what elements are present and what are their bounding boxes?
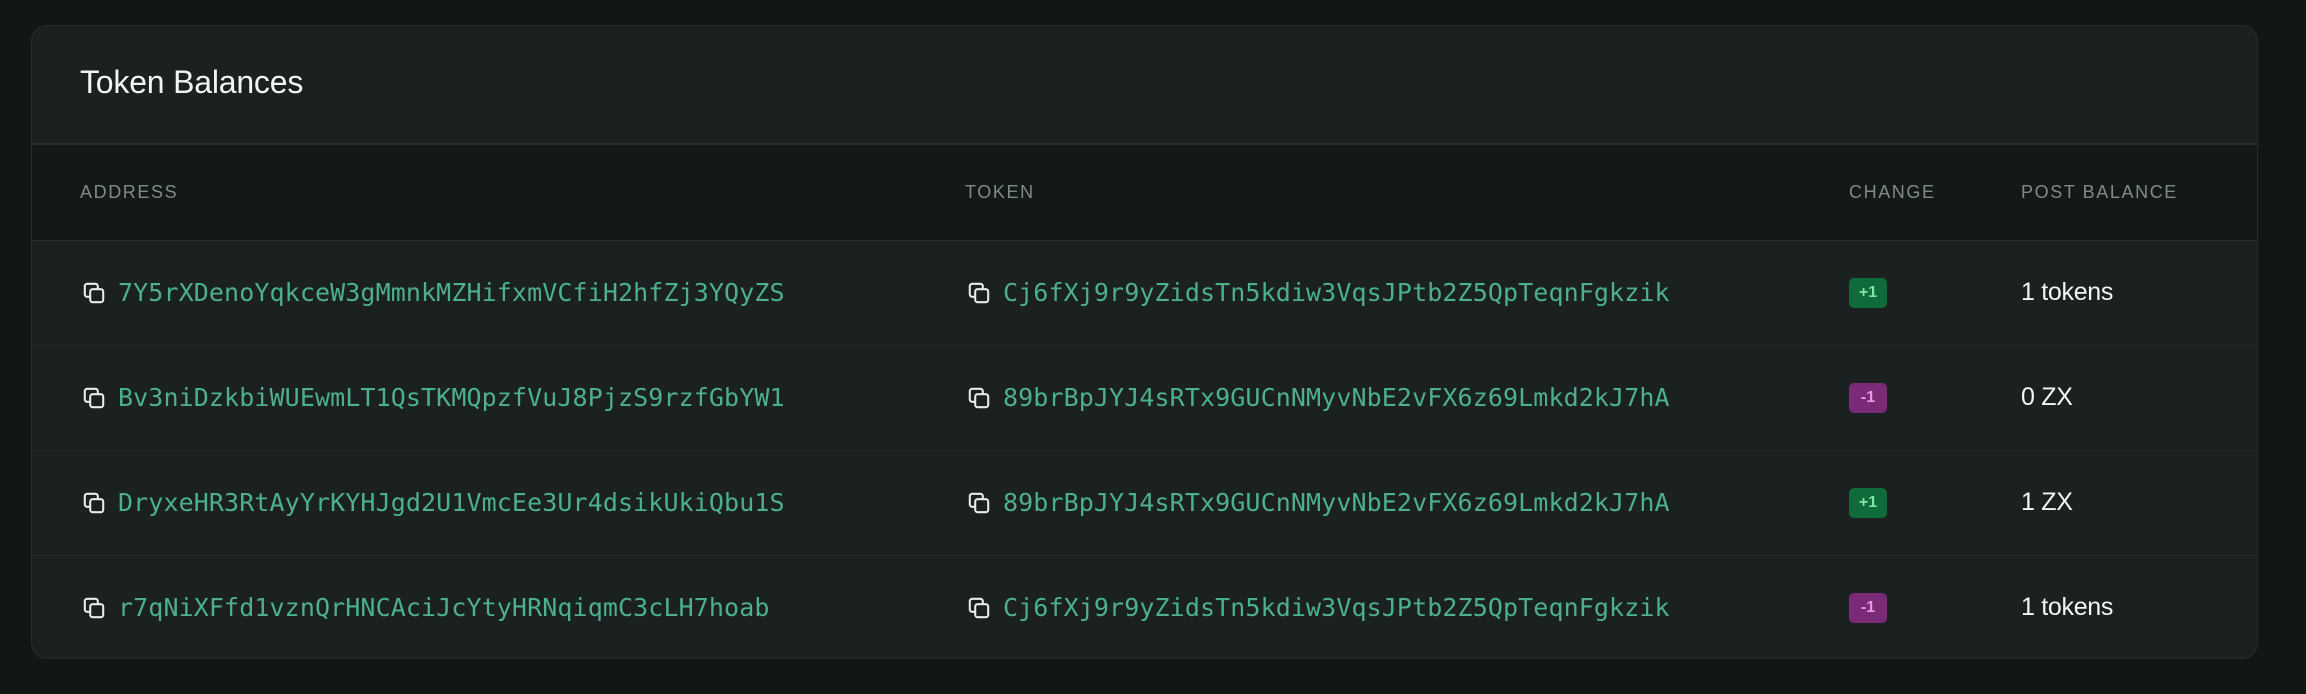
table-header: ADDRESS TOKEN CHANGE POST BALANCE bbox=[32, 145, 2257, 241]
token-cell: Cj6fXj9r9yZidsTn5kdiw3VqsJPtb2Z5QpTeqnFg… bbox=[965, 555, 1849, 658]
address-cell: r7qNiXFfd1vznQrHNCAciJcYtyHRNqiqmC3cLH7h… bbox=[32, 555, 965, 658]
token-link[interactable]: Cj6fXj9r9yZidsTn5kdiw3VqsJPtb2Z5QpTeqnFg… bbox=[1003, 278, 1670, 307]
post-balance-value: 1 ZX bbox=[2021, 488, 2073, 516]
address-cell: DryxeHR3RtAyYrKYHJgd2U1VmcEe3Ur4dsikUkiQ… bbox=[32, 450, 965, 555]
token-link[interactable]: Cj6fXj9r9yZidsTn5kdiw3VqsJPtb2Z5QpTeqnFg… bbox=[1003, 593, 1670, 622]
address-wrapper: Bv3niDzkbiWUEwmLT1QsTKMQpzfVuJ8PjzS9rzfG… bbox=[80, 383, 965, 412]
token-cell: 89brBpJYJ4sRTx9GUCnNMyvNbE2vFX6z69Lmkd2k… bbox=[965, 345, 1849, 450]
address-cell: Bv3niDzkbiWUEwmLT1QsTKMQpzfVuJ8PjzS9rzfG… bbox=[32, 345, 965, 450]
token-wrapper: Cj6fXj9r9yZidsTn5kdiw3VqsJPtb2Z5QpTeqnFg… bbox=[965, 593, 1849, 622]
post-balance-cell: 1 tokens bbox=[2021, 555, 2257, 658]
change-badge: +1 bbox=[1849, 277, 1887, 308]
table-row: Bv3niDzkbiWUEwmLT1QsTKMQpzfVuJ8PjzS9rzfG… bbox=[32, 345, 2257, 450]
column-header-address: ADDRESS bbox=[32, 145, 965, 241]
token-cell: Cj6fXj9r9yZidsTn5kdiw3VqsJPtb2Z5QpTeqnFg… bbox=[965, 240, 1849, 345]
card-header: Token Balances bbox=[32, 26, 2257, 145]
token-wrapper: 89brBpJYJ4sRTx9GUCnNMyvNbE2vFX6z69Lmkd2k… bbox=[965, 488, 1849, 517]
address-link[interactable]: r7qNiXFfd1vznQrHNCAciJcYtyHRNqiqmC3cLH7h… bbox=[118, 593, 770, 622]
token-link[interactable]: 89brBpJYJ4sRTx9GUCnNMyvNbE2vFX6z69Lmkd2k… bbox=[1003, 488, 1670, 517]
token-link[interactable]: 89brBpJYJ4sRTx9GUCnNMyvNbE2vFX6z69Lmkd2k… bbox=[1003, 383, 1670, 412]
post-balance-value: 0 ZX bbox=[2021, 383, 2073, 411]
address-wrapper: DryxeHR3RtAyYrKYHJgd2U1VmcEe3Ur4dsikUkiQ… bbox=[80, 488, 965, 517]
post-balance-cell: 1 ZX bbox=[2021, 450, 2257, 555]
address-cell: 7Y5rXDenoYqkceW3gMmnkMZHifxmVCfiH2hfZj3Y… bbox=[32, 240, 965, 345]
address-link[interactable]: 7Y5rXDenoYqkceW3gMmnkMZHifxmVCfiH2hfZj3Y… bbox=[118, 278, 785, 307]
copy-icon[interactable] bbox=[80, 489, 108, 517]
table-body: 7Y5rXDenoYqkceW3gMmnkMZHifxmVCfiH2hfZj3Y… bbox=[32, 240, 2257, 658]
column-header-post-balance: POST BALANCE bbox=[2021, 145, 2257, 241]
change-badge: -1 bbox=[1849, 382, 1887, 413]
token-balances-card: Token Balances ADDRESS TOKEN CHANGE POST… bbox=[31, 25, 2258, 659]
header-row: ADDRESS TOKEN CHANGE POST BALANCE bbox=[32, 145, 2257, 241]
change-cell: -1 bbox=[1849, 345, 2021, 450]
copy-icon[interactable] bbox=[965, 384, 993, 412]
column-header-token: TOKEN bbox=[965, 145, 1849, 241]
address-wrapper: r7qNiXFfd1vznQrHNCAciJcYtyHRNqiqmC3cLH7h… bbox=[80, 593, 965, 622]
copy-icon[interactable] bbox=[965, 594, 993, 622]
change-cell: +1 bbox=[1849, 240, 2021, 345]
copy-icon[interactable] bbox=[80, 279, 108, 307]
address-link[interactable]: DryxeHR3RtAyYrKYHJgd2U1VmcEe3Ur4dsikUkiQ… bbox=[118, 488, 785, 517]
copy-icon[interactable] bbox=[965, 489, 993, 517]
change-cell: -1 bbox=[1849, 555, 2021, 658]
copy-icon[interactable] bbox=[80, 594, 108, 622]
change-badge: -1 bbox=[1849, 592, 1887, 623]
table-row: DryxeHR3RtAyYrKYHJgd2U1VmcEe3Ur4dsikUkiQ… bbox=[32, 450, 2257, 555]
post-balance-value: 1 tokens bbox=[2021, 278, 2114, 306]
change-badge: +1 bbox=[1849, 487, 1887, 518]
change-cell: +1 bbox=[1849, 450, 2021, 555]
token-wrapper: Cj6fXj9r9yZidsTn5kdiw3VqsJPtb2Z5QpTeqnFg… bbox=[965, 278, 1849, 307]
token-wrapper: 89brBpJYJ4sRTx9GUCnNMyvNbE2vFX6z69Lmkd2k… bbox=[965, 383, 1849, 412]
address-link[interactable]: Bv3niDzkbiWUEwmLT1QsTKMQpzfVuJ8PjzS9rzfG… bbox=[118, 383, 785, 412]
copy-icon[interactable] bbox=[80, 384, 108, 412]
post-balance-value: 1 tokens bbox=[2021, 593, 2114, 622]
address-wrapper: 7Y5rXDenoYqkceW3gMmnkMZHifxmVCfiH2hfZj3Y… bbox=[80, 278, 965, 307]
table-row: r7qNiXFfd1vznQrHNCAciJcYtyHRNqiqmC3cLH7h… bbox=[32, 555, 2257, 658]
token-balances-table: ADDRESS TOKEN CHANGE POST BALANCE 7Y5rXD… bbox=[32, 145, 2257, 658]
post-balance-cell: 0 ZX bbox=[2021, 345, 2257, 450]
card-title: Token Balances bbox=[80, 64, 304, 100]
post-balance-cell: 1 tokens bbox=[2021, 240, 2257, 345]
table-row: 7Y5rXDenoYqkceW3gMmnkMZHifxmVCfiH2hfZj3Y… bbox=[32, 240, 2257, 345]
token-cell: 89brBpJYJ4sRTx9GUCnNMyvNbE2vFX6z69Lmkd2k… bbox=[965, 450, 1849, 555]
column-header-change: CHANGE bbox=[1849, 145, 2021, 241]
copy-icon[interactable] bbox=[965, 279, 993, 307]
